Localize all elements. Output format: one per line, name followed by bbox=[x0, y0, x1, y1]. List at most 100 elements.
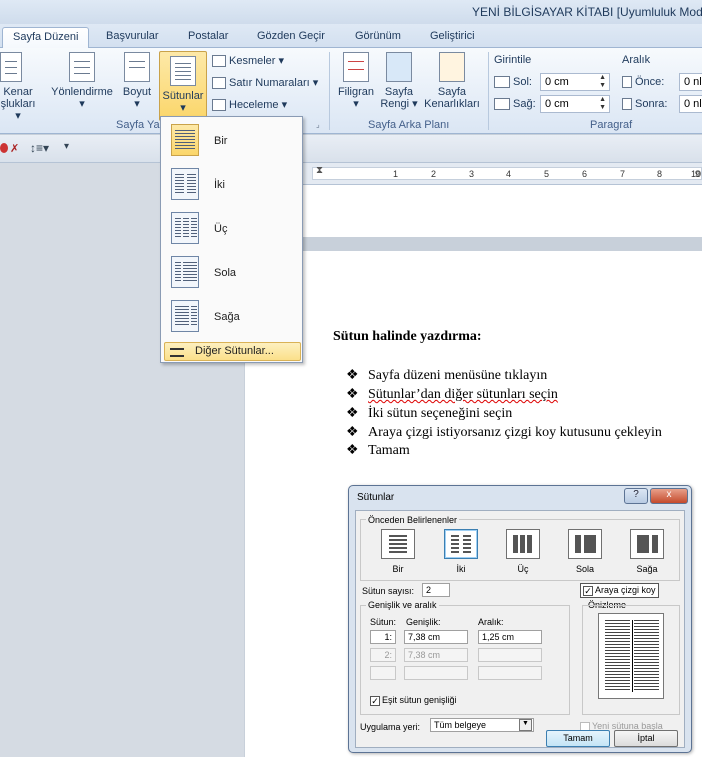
size-icon bbox=[124, 52, 150, 82]
columns-dialog: Sütunlar ? x Önceden Belirlenenler Bir İ… bbox=[348, 485, 692, 753]
indent-left-icon bbox=[494, 76, 510, 89]
record-icon[interactable] bbox=[0, 143, 8, 153]
line-between-checkbox[interactable]: ✓ Araya çizgi koy bbox=[580, 583, 659, 598]
size-arrow-icon: ▾ bbox=[134, 98, 140, 110]
orientation-button[interactable]: Yönlendirme ▾ bbox=[48, 52, 116, 118]
preset-right-label: Sağa bbox=[636, 564, 658, 574]
equal-width-checkbox[interactable]: ✓ Eşit sütun genişliği bbox=[370, 695, 457, 706]
bullet-icon: ❖ bbox=[346, 387, 359, 402]
hyphenation-icon bbox=[212, 99, 226, 112]
spacing-before-input[interactable]: 0 nl bbox=[679, 73, 702, 91]
preset-one[interactable] bbox=[381, 529, 415, 559]
tab-references[interactable]: Başvurular bbox=[96, 27, 169, 49]
page-borders-button[interactable]: Sayfa Kenarlıkları bbox=[421, 52, 483, 118]
preset-three[interactable] bbox=[506, 529, 540, 559]
size-label: Boyut bbox=[122, 86, 152, 98]
window-title: YENİ BİLGİSAYAR KİTABI [Uyumluluk Modu bbox=[472, 5, 702, 19]
column-spacing-input[interactable]: 1,25 cm bbox=[478, 630, 542, 644]
spacing-after-icon bbox=[622, 98, 632, 111]
ruler-number: 3 bbox=[469, 169, 475, 179]
bullet-icon: ❖ bbox=[346, 443, 359, 458]
ruler-number: 10 bbox=[691, 169, 702, 179]
line-numbers-label: Satır Numaraları bbox=[229, 77, 310, 89]
columns-option-one[interactable]: Bir bbox=[162, 119, 301, 163]
page-background-group-label: Sayfa Arka Planı bbox=[368, 119, 450, 131]
hyphenation-button[interactable]: Heceleme ▾ bbox=[212, 98, 287, 112]
size-button[interactable]: Boyut ▾ bbox=[118, 52, 156, 118]
more-columns-button[interactable]: Diğer Sütunlar... bbox=[164, 342, 301, 361]
margins-button[interactable]: Kenar şlukları ▾ bbox=[0, 52, 36, 122]
preset-left-icon bbox=[575, 535, 581, 553]
preset-right[interactable] bbox=[630, 529, 664, 559]
ruler-number: 1 bbox=[393, 169, 399, 179]
spacing-after-input[interactable]: 0 nl bbox=[679, 95, 702, 113]
three-columns-icon bbox=[171, 212, 199, 244]
margins-icon bbox=[0, 52, 22, 82]
hyphenation-label: Heceleme bbox=[229, 99, 279, 111]
cancel-button[interactable]: İptal bbox=[614, 730, 678, 747]
watermark-label: Filigran bbox=[337, 86, 375, 98]
check-icon: ✓ bbox=[583, 585, 593, 596]
watermark-arrow-icon: ▾ bbox=[353, 98, 359, 110]
columns-option-three[interactable]: Üç bbox=[162, 207, 301, 251]
breaks-button[interactable]: Kesmeler ▾ bbox=[212, 54, 284, 68]
horizontal-ruler[interactable]: ⧗ 1 2 3 4 5 6 7 8 9 10 bbox=[244, 163, 702, 185]
page-borders-label-2: Kenarlıkları bbox=[424, 98, 480, 110]
margins-label-2: şlukları ▾ bbox=[0, 98, 36, 122]
columns-button[interactable]: Sütunlar ▾ bbox=[159, 51, 207, 121]
spacing-title: Aralık bbox=[622, 54, 651, 66]
tab-page-layout[interactable]: Sayfa Düzeni bbox=[2, 27, 90, 49]
columns-option-right[interactable]: Sağa bbox=[162, 295, 301, 339]
preset-left[interactable] bbox=[568, 529, 602, 559]
preview-column bbox=[634, 620, 659, 692]
indent-marker-icon[interactable]: ⧗ bbox=[316, 165, 323, 176]
ok-button[interactable]: Tamam bbox=[546, 730, 610, 747]
dropdown-arrow-icon[interactable]: ▼ bbox=[519, 719, 532, 731]
customize-qat-icon[interactable]: ▾ bbox=[64, 141, 69, 152]
columns-option-left[interactable]: Sola bbox=[162, 251, 301, 295]
list-icon[interactable]: ↕≡▾ bbox=[30, 141, 49, 155]
document-heading: Sütun halinde yazdırma: bbox=[333, 329, 482, 344]
column-spacing-input bbox=[478, 648, 542, 662]
page-borders-label: Sayfa bbox=[437, 86, 467, 98]
column-count-input[interactable]: 2 bbox=[422, 583, 450, 597]
tab-developer[interactable]: Geliştirici bbox=[420, 27, 485, 49]
spin-arrows-icon[interactable]: ▲ ▼ bbox=[599, 74, 606, 90]
spin-arrows-icon[interactable]: ▲ ▼ bbox=[599, 96, 606, 112]
page-borders-icon bbox=[439, 52, 465, 82]
indent-left-input[interactable]: 0 cm ▲ ▼ bbox=[540, 73, 610, 91]
bullet-icon: ❖ bbox=[346, 425, 359, 440]
close-button[interactable]: x bbox=[650, 488, 688, 504]
group-separator bbox=[488, 52, 489, 130]
more-columns-label: Diğer Sütunlar... bbox=[195, 345, 274, 357]
list-item: ❖ Sayfa düzeni menüsüne tıklayın bbox=[346, 368, 548, 383]
page-color-button[interactable]: Sayfa Rengi ▾ bbox=[378, 52, 420, 118]
margins-label: Kenar bbox=[3, 86, 33, 98]
preset-three-icon bbox=[513, 535, 533, 553]
preset-left-label: Sola bbox=[575, 564, 594, 574]
title-bar: YENİ BİLGİSAYAR KİTABI [Uyumluluk Modu bbox=[0, 0, 702, 24]
tab-review[interactable]: Gözden Geçir bbox=[247, 27, 335, 49]
preset-two[interactable] bbox=[444, 529, 478, 559]
watermark-button[interactable]: Filigran ▾ bbox=[334, 52, 378, 118]
left-column-icon bbox=[171, 256, 199, 288]
apply-to-select[interactable]: Tüm belgeye ▼ bbox=[430, 718, 534, 732]
preset-three-label: Üç bbox=[517, 564, 529, 574]
tab-view[interactable]: Görünüm bbox=[345, 27, 411, 49]
col-header: Sütun: bbox=[370, 617, 397, 627]
page-setup-group-label: Sayfa Yap bbox=[116, 119, 166, 131]
tab-mailings[interactable]: Postalar bbox=[178, 27, 238, 49]
column-width-input[interactable]: 7,38 cm bbox=[404, 630, 468, 644]
spelling-icon[interactable]: ✗ bbox=[10, 142, 19, 155]
page-gap bbox=[244, 237, 702, 251]
line-numbers-button[interactable]: Satır Numaraları ▾ bbox=[212, 76, 318, 90]
page-color-label-2: Rengi ▾ bbox=[380, 98, 418, 110]
columns-option-two[interactable]: İki bbox=[162, 163, 301, 207]
dialog-launcher-icon[interactable]: ⌟ bbox=[316, 120, 320, 129]
indent-right-input[interactable]: 0 cm ▲ ▼ bbox=[540, 95, 610, 113]
check-icon: ✓ bbox=[370, 695, 380, 706]
breaks-label: Kesmeler bbox=[229, 55, 276, 67]
help-button[interactable]: ? bbox=[624, 488, 648, 504]
ribbon: Kenar şlukları ▾ Yönlendirme ▾ Boyut ▾ S… bbox=[0, 48, 702, 134]
column-width-input: 7,38 cm bbox=[404, 648, 468, 662]
